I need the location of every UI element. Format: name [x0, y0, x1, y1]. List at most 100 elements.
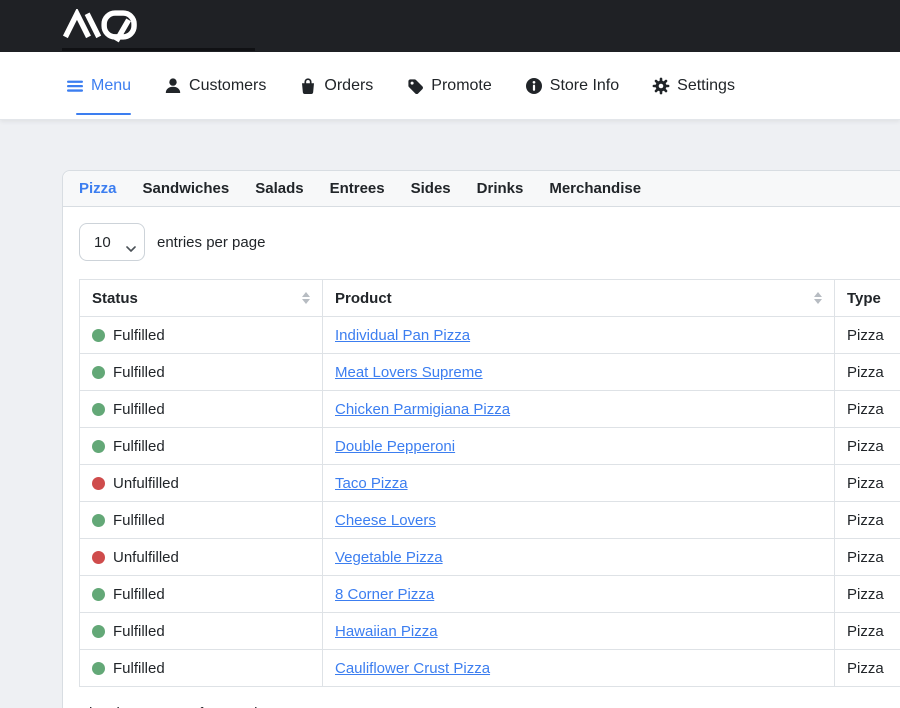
menu-card: Pizza Sandwiches Salads Entrees Sides Dr… [62, 170, 900, 708]
table-row: Fulfilled Cheese Lovers Pizza [80, 502, 900, 539]
status-dot [92, 366, 105, 379]
status-label: Fulfilled [113, 511, 165, 530]
tag-icon [406, 77, 424, 95]
page-size-select-wrap: 10 [79, 223, 145, 261]
product-link[interactable]: Individual Pan Pizza [335, 327, 470, 344]
table-body: Fulfilled Individual Pan Pizza Pizza Ful… [80, 317, 900, 687]
status-dot [92, 329, 105, 342]
logo-underline [62, 48, 255, 51]
product-cell: Double Pepperoni [323, 428, 835, 465]
status-dot [92, 551, 105, 564]
column-header-status[interactable]: Status [80, 280, 323, 317]
product-cell: Taco Pizza [323, 465, 835, 502]
status-label: Unfulfilled [113, 548, 179, 567]
product-link[interactable]: Vegetable Pizza [335, 549, 443, 566]
type-cell: Pizza [835, 650, 900, 687]
type-cell: Pizza [835, 613, 900, 650]
column-header-product[interactable]: Product [323, 280, 835, 317]
status-cell: Fulfilled [80, 502, 323, 539]
product-cell: Meat Lovers Supreme [323, 354, 835, 391]
product-link[interactable]: Meat Lovers Supreme [335, 364, 483, 381]
product-link[interactable]: Double Pepperoni [335, 438, 455, 455]
product-link[interactable]: Chicken Parmigiana Pizza [335, 401, 510, 418]
status-label: Fulfilled [113, 585, 165, 604]
aiq-logo-icon [62, 9, 140, 43]
nav-label: Orders [324, 77, 373, 95]
status-dot [92, 440, 105, 453]
table-row: Unfulfilled Vegetable Pizza Pizza [80, 539, 900, 576]
tab-merchandise[interactable]: Merchandise [549, 179, 641, 198]
nav-item-customers[interactable]: Customers [164, 52, 266, 119]
entries-per-page-label: entries per page [157, 234, 265, 251]
table-row: Fulfilled Hawaiian Pizza Pizza [80, 613, 900, 650]
product-cell: Chicken Parmigiana Pizza [323, 391, 835, 428]
type-cell: Pizza [835, 391, 900, 428]
product-cell: Cauliflower Crust Pizza [323, 650, 835, 687]
status-dot [92, 403, 105, 416]
product-cell: 8 Corner Pizza [323, 576, 835, 613]
table-row: Fulfilled Individual Pan Pizza Pizza [80, 317, 900, 354]
tab-salads[interactable]: Salads [255, 179, 303, 198]
sort-icon [814, 292, 822, 304]
nav-item-menu[interactable]: Menu [66, 52, 131, 119]
type-cell: Pizza [835, 354, 900, 391]
tab-drinks[interactable]: Drinks [477, 179, 524, 198]
entries-controls: 10 entries per page [79, 223, 900, 261]
table-row: Fulfilled Meat Lovers Supreme Pizza [80, 354, 900, 391]
status-cell: Fulfilled [80, 613, 323, 650]
nav-item-orders[interactable]: Orders [299, 52, 373, 119]
status-dot [92, 625, 105, 638]
status-cell: Fulfilled [80, 428, 323, 465]
product-link[interactable]: Taco Pizza [335, 475, 408, 492]
table-row: Fulfilled Double Pepperoni Pizza [80, 428, 900, 465]
table-row: Unfulfilled Taco Pizza Pizza [80, 465, 900, 502]
status-dot [92, 662, 105, 675]
product-link[interactable]: 8 Corner Pizza [335, 586, 434, 603]
status-label: Fulfilled [113, 326, 165, 345]
bag-icon [299, 77, 317, 95]
nav-item-store-info[interactable]: Store Info [525, 52, 619, 119]
category-tabs: Pizza Sandwiches Salads Entrees Sides Dr… [63, 171, 900, 207]
product-cell: Vegetable Pizza [323, 539, 835, 576]
product-link[interactable]: Cauliflower Crust Pizza [335, 660, 490, 677]
products-table: Status Product Type [79, 279, 900, 687]
sort-icon [302, 292, 310, 304]
status-dot [92, 477, 105, 490]
status-label: Fulfilled [113, 363, 165, 382]
nav-label: Customers [189, 77, 266, 95]
nav-label: Menu [91, 77, 131, 95]
column-label: Type [847, 289, 881, 308]
status-cell: Unfulfilled [80, 539, 323, 576]
brand-logo[interactable] [62, 8, 140, 44]
column-label: Status [92, 289, 138, 308]
product-link[interactable]: Cheese Lovers [335, 512, 436, 529]
type-cell: Pizza [835, 539, 900, 576]
person-icon [164, 77, 182, 95]
nav-label: Store Info [550, 77, 619, 95]
type-cell: Pizza [835, 317, 900, 354]
column-header-type[interactable]: Type [835, 280, 900, 317]
tab-sides[interactable]: Sides [411, 179, 451, 198]
tab-sandwiches[interactable]: Sandwiches [143, 179, 230, 198]
status-dot [92, 514, 105, 527]
page-content: Pizza Sandwiches Salads Entrees Sides Dr… [0, 120, 900, 708]
product-cell: Cheese Lovers [323, 502, 835, 539]
type-cell: Pizza [835, 502, 900, 539]
table-row: Fulfilled 8 Corner Pizza Pizza [80, 576, 900, 613]
table-header-row: Status Product Type [80, 280, 900, 317]
nav-label: Promote [431, 77, 491, 95]
status-cell: Unfulfilled [80, 465, 323, 502]
status-label: Fulfilled [113, 659, 165, 678]
nav-item-promote[interactable]: Promote [406, 52, 491, 119]
status-label: Fulfilled [113, 622, 165, 641]
status-cell: Fulfilled [80, 354, 323, 391]
product-link[interactable]: Hawaiian Pizza [335, 623, 438, 640]
status-dot [92, 588, 105, 601]
page-size-select[interactable]: 10 [79, 223, 145, 261]
nav-item-settings[interactable]: Settings [652, 52, 735, 119]
card-body: 10 entries per page [63, 207, 900, 708]
tab-entrees[interactable]: Entrees [330, 179, 385, 198]
type-cell: Pizza [835, 465, 900, 502]
status-cell: Fulfilled [80, 576, 323, 613]
tab-pizza[interactable]: Pizza [79, 179, 117, 198]
